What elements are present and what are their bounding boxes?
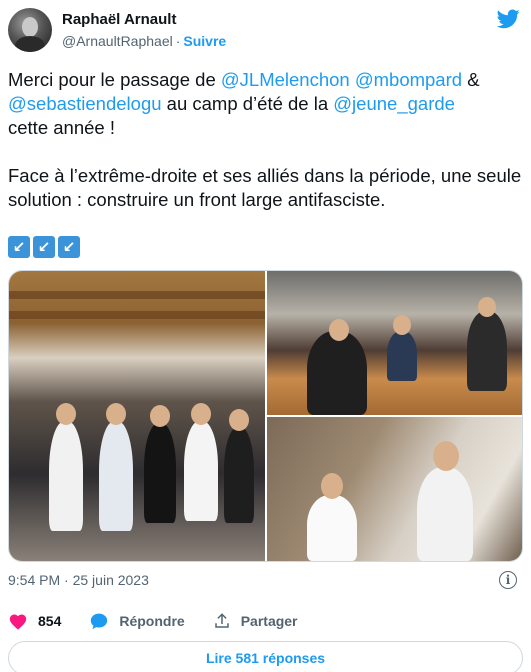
person-figure — [49, 421, 83, 531]
ceiling-beam — [9, 311, 265, 319]
author-handle[interactable]: @ArnaultRaphael — [62, 33, 173, 49]
emoji-glyph: ↙ — [37, 238, 51, 256]
tweet-time[interactable]: 9:54 PM — [8, 572, 60, 588]
meta-separator: · — [64, 572, 69, 588]
tweet-text-segment: cette année ! — [8, 117, 115, 138]
info-icon[interactable]: i — [499, 571, 517, 589]
avatar-face — [22, 17, 38, 37]
person-head — [393, 315, 411, 335]
person-head — [321, 473, 343, 499]
heart-icon — [9, 614, 27, 630]
like-count: 854 — [38, 613, 62, 629]
person-head — [56, 403, 76, 425]
tweet-text-segment: au camp d’été de la — [161, 93, 334, 114]
person-figure — [417, 467, 473, 561]
share-label: Partager — [240, 613, 298, 629]
speech-bubble-icon — [91, 613, 108, 630]
down-left-arrow-icon: ↙ — [33, 236, 55, 258]
emoji-glyph: ↙ — [12, 238, 26, 256]
photo-speaker[interactable] — [267, 417, 522, 561]
mention-jlmelenchon[interactable]: @JLMelenchon — [221, 69, 350, 90]
person-figure — [307, 331, 367, 415]
person-figure — [99, 421, 133, 531]
down-left-arrow-icon: ↙ — [58, 236, 80, 258]
reply-button[interactable]: Répondre — [89, 612, 185, 630]
action-bar: 854 Répondre Partager — [8, 610, 326, 632]
person-head — [433, 441, 459, 471]
twitter-bird-icon[interactable] — [497, 9, 520, 29]
reply-label: Répondre — [119, 613, 185, 629]
person-head — [106, 403, 126, 425]
author-name[interactable]: Raphaël Arnault — [62, 11, 176, 28]
follow-button[interactable]: Suivre — [183, 33, 226, 49]
person-figure — [307, 495, 357, 561]
avatar-body — [15, 36, 45, 52]
person-figure — [184, 421, 218, 521]
handle-separator: · — [175, 33, 181, 49]
person-head — [150, 405, 170, 427]
person-figure — [387, 331, 417, 381]
share-button[interactable]: Partager — [213, 612, 298, 630]
media-grid — [8, 270, 523, 562]
photo-table[interactable] — [267, 271, 522, 415]
person-figure — [144, 423, 176, 523]
share-arrow-icon — [214, 613, 229, 628]
photo-group[interactable] — [9, 271, 265, 561]
person-figure — [224, 427, 254, 523]
mention-mbompard[interactable]: @mbompard — [355, 69, 462, 90]
read-replies-button[interactable]: Lire 581 réponses — [8, 641, 523, 672]
mention-sebastiendelogu[interactable]: @sebastiendelogu — [8, 93, 162, 114]
author-handle-line: @ArnaultRaphael · Suivre — [62, 33, 226, 49]
emoji-glyph: ↙ — [62, 238, 76, 256]
mention-jeune-garde[interactable]: @jeune_garde — [333, 93, 455, 114]
down-left-arrow-icon: ↙ — [8, 236, 30, 258]
person-head — [478, 297, 496, 317]
person-figure — [467, 311, 507, 391]
like-button[interactable]: 854 — [8, 612, 61, 630]
emoji-row: ↙ ↙ ↙ — [8, 236, 80, 258]
tweet-text: Merci pour le passage de @JLMelenchon @m… — [8, 68, 523, 212]
ceiling-beam — [9, 291, 265, 299]
avatar[interactable] — [8, 8, 52, 52]
person-head — [229, 409, 249, 431]
tweet-date[interactable]: 25 juin 2023 — [73, 572, 149, 588]
tweet-text-segment: & — [462, 69, 480, 90]
tweet-paragraph-1: Merci pour le passage de @JLMelenchon @m… — [8, 68, 523, 140]
tweet-text-segment: Merci pour le passage de — [8, 69, 221, 90]
person-head — [191, 403, 211, 425]
person-head — [329, 319, 349, 341]
tweet-paragraph-2: Face à l’extrême-droite et ses alliés da… — [8, 165, 522, 210]
tweet-meta: 9:54 PM · 25 juin 2023 — [8, 572, 149, 588]
tweet-card: Raphaël Arnault @ArnaultRaphael · Suivre M… — [0, 0, 531, 672]
